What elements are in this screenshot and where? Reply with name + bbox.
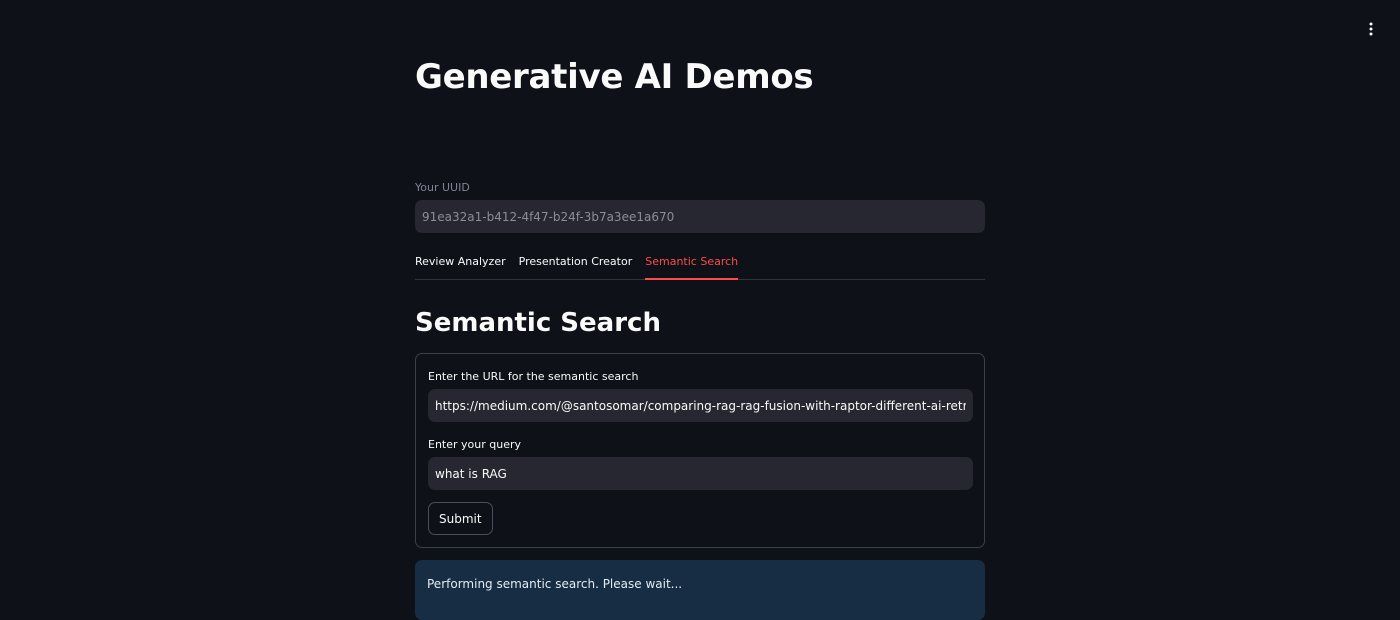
submit-button[interactable]: Submit bbox=[428, 502, 493, 535]
url-input[interactable] bbox=[428, 389, 973, 422]
page-title: Generative AI Demos bbox=[415, 57, 814, 97]
main-menu-button[interactable] bbox=[1358, 16, 1384, 42]
url-field-label: Enter the URL for the semantic search bbox=[428, 370, 639, 383]
query-field-label: Enter your query bbox=[428, 438, 522, 451]
tab-bar: Review Analyzer Presentation Creator Sem… bbox=[415, 250, 985, 280]
kebab-vertical-icon bbox=[1369, 22, 1373, 36]
uuid-input[interactable] bbox=[415, 200, 985, 233]
status-info-box: Performing semantic search. Please wait.… bbox=[415, 560, 985, 620]
section-title: Semantic Search bbox=[415, 308, 661, 338]
tab-review-analyzer[interactable]: Review Analyzer bbox=[415, 250, 506, 279]
query-input[interactable] bbox=[428, 457, 973, 490]
tab-semantic-search[interactable]: Semantic Search bbox=[645, 250, 738, 280]
status-message: Performing semantic search. Please wait.… bbox=[427, 577, 683, 591]
tab-presentation-creator[interactable]: Presentation Creator bbox=[519, 250, 633, 279]
semantic-search-form: Enter the URL for the semantic search En… bbox=[415, 353, 985, 548]
uuid-label: Your UUID bbox=[415, 181, 470, 194]
